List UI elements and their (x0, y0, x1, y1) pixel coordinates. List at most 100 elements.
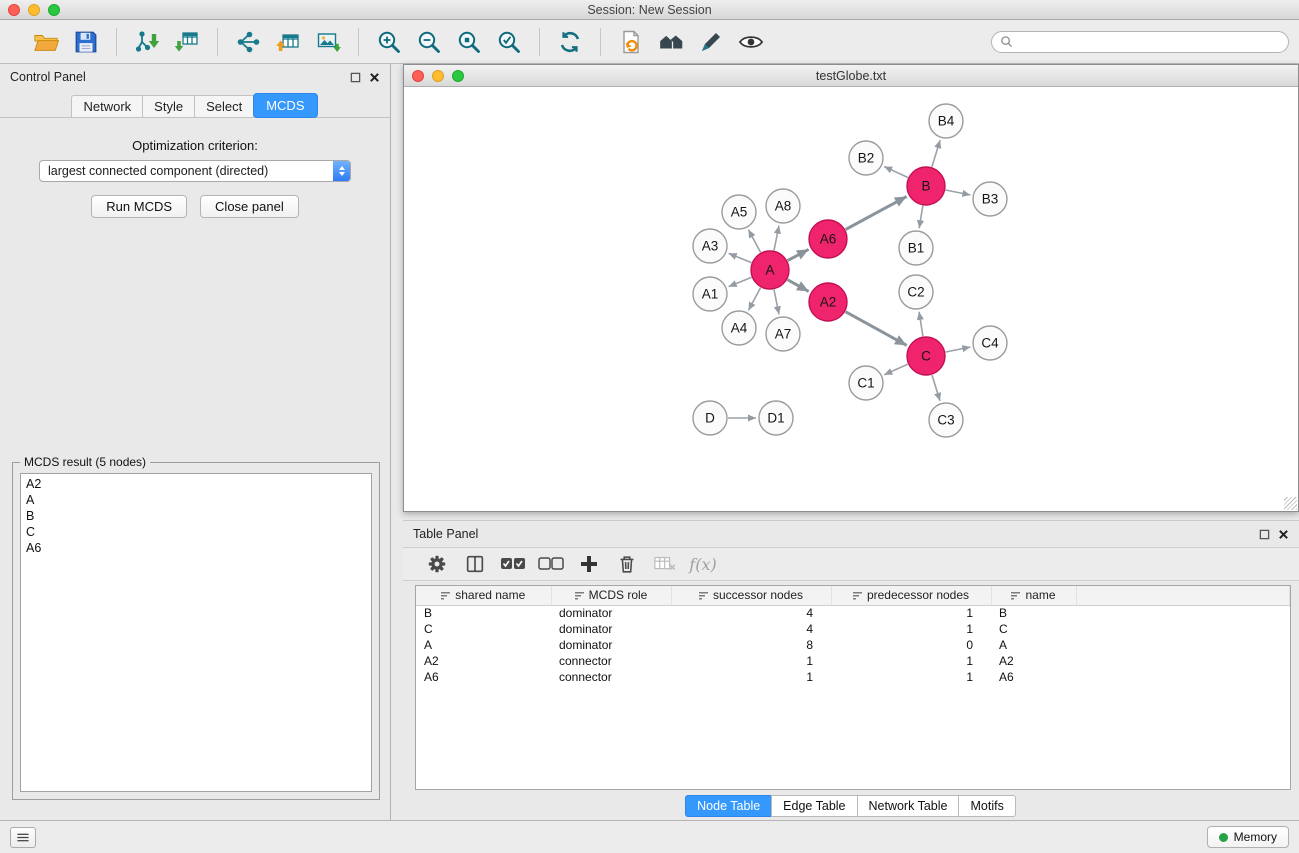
tab-select[interactable]: Select (194, 95, 254, 117)
close-panel-icon[interactable] (369, 72, 380, 83)
refresh-button[interactable] (550, 24, 590, 60)
search-box[interactable] (991, 31, 1289, 53)
deselect-all-button[interactable] (535, 550, 567, 578)
graph-node[interactable]: A6 (809, 220, 847, 258)
graph-node[interactable]: C4 (973, 326, 1007, 360)
graph-node[interactable]: A1 (693, 277, 727, 311)
table-row[interactable]: Bdominator41B (416, 605, 1290, 621)
window-titlebar[interactable]: Session: New Session (0, 0, 1299, 20)
import-network-button[interactable] (127, 24, 167, 60)
graph-edge[interactable] (774, 290, 779, 315)
graph-node[interactable]: B4 (929, 104, 963, 138)
table-settings-button[interactable] (421, 550, 453, 578)
column-header[interactable]: shared name (416, 586, 551, 605)
table-row[interactable]: A6connector11A6 (416, 669, 1290, 685)
graph-edge[interactable] (932, 375, 940, 401)
zoom-fit-button[interactable] (449, 24, 489, 60)
result-item[interactable]: B (21, 508, 371, 524)
zoom-in-button[interactable] (369, 24, 409, 60)
graph-edge[interactable] (774, 226, 779, 251)
result-item[interactable]: A (21, 492, 371, 508)
open-session-button[interactable] (611, 24, 651, 60)
table-row[interactable]: A2connector11A2 (416, 653, 1290, 669)
home-button[interactable] (651, 24, 691, 60)
graph-node[interactable]: B1 (899, 231, 933, 265)
search-input[interactable] (1018, 35, 1280, 49)
graph-node[interactable]: A4 (722, 311, 756, 345)
graph-node[interactable]: C1 (849, 366, 883, 400)
tab-node-table[interactable]: Node Table (685, 795, 772, 817)
result-item[interactable]: A6 (21, 540, 371, 556)
graph-edge[interactable] (946, 347, 971, 352)
graph-edge[interactable] (748, 288, 760, 311)
run-mcds-button[interactable]: Run MCDS (91, 195, 187, 218)
show-panels-button[interactable] (10, 827, 36, 848)
graph-node[interactable]: B3 (973, 182, 1007, 216)
float-panel-icon[interactable] (350, 72, 361, 83)
graph-node[interactable]: D (693, 401, 727, 435)
column-header[interactable]: predecessor nodes (831, 586, 991, 605)
zoom-selected-button[interactable] (489, 24, 529, 60)
graph-edge[interactable] (729, 277, 752, 286)
graph-edge[interactable] (729, 253, 752, 262)
delete-table-button[interactable] (649, 550, 681, 578)
select-all-button[interactable] (497, 550, 529, 578)
export-image-button[interactable] (308, 24, 348, 60)
graph-node[interactable]: C3 (929, 403, 963, 437)
graph-node[interactable]: A8 (766, 189, 800, 223)
column-header[interactable]: name (991, 586, 1076, 605)
import-table-button[interactable] (167, 24, 207, 60)
open-file-button[interactable] (26, 24, 66, 60)
result-item[interactable]: C (21, 524, 371, 540)
delete-row-button[interactable] (611, 550, 643, 578)
tab-edge-table[interactable]: Edge Table (771, 795, 857, 817)
mcds-result-list[interactable]: A2ABCA6 (20, 473, 372, 792)
save-session-button[interactable] (66, 24, 106, 60)
graph-edge[interactable] (846, 312, 907, 346)
graph-edge[interactable] (748, 230, 760, 253)
close-table-panel-icon[interactable] (1278, 529, 1289, 540)
graph-node[interactable]: A3 (693, 229, 727, 263)
style-button[interactable] (691, 24, 731, 60)
close-panel-button[interactable]: Close panel (200, 195, 299, 218)
show-columns-button[interactable] (459, 550, 491, 578)
tab-mcds[interactable]: MCDS (253, 93, 317, 118)
graph-node[interactable]: A5 (722, 195, 756, 229)
tab-motifs[interactable]: Motifs (958, 795, 1015, 817)
show-graphics-button[interactable] (731, 24, 771, 60)
resize-handle[interactable] (1284, 497, 1297, 510)
criterion-dropdown[interactable]: largest connected component (directed) (39, 160, 351, 182)
network-window-titlebar[interactable]: testGlobe.txt (404, 65, 1298, 87)
network-canvas[interactable]: B4B2BB3A8A5A6A3B1AC2A1A2A4A7C4CC1DD1C3 (404, 87, 1298, 511)
table-row[interactable]: Cdominator41C (416, 621, 1290, 637)
export-network-button[interactable] (228, 24, 268, 60)
graph-node[interactable]: A7 (766, 317, 800, 351)
graph-node[interactable]: C (907, 337, 945, 375)
add-row-button[interactable] (573, 550, 605, 578)
function-builder-button[interactable]: f(x) (687, 550, 719, 578)
graph-edge[interactable] (919, 312, 923, 336)
graph-edge[interactable] (884, 364, 908, 375)
graph-edge[interactable] (788, 280, 809, 292)
tab-style[interactable]: Style (142, 95, 195, 117)
graph-edge[interactable] (919, 206, 923, 229)
node-table-container[interactable]: shared nameMCDS rolesuccessor nodesprede… (415, 585, 1291, 790)
graph-node[interactable]: C2 (899, 275, 933, 309)
graph-edge[interactable] (788, 249, 809, 260)
tab-network[interactable]: Network (71, 95, 143, 117)
float-table-panel-icon[interactable] (1259, 529, 1270, 540)
graph-edge[interactable] (932, 140, 940, 167)
zoom-out-button[interactable] (409, 24, 449, 60)
export-table-button[interactable] (268, 24, 308, 60)
table-row[interactable]: Adominator80A (416, 637, 1290, 653)
memory-button[interactable]: Memory (1207, 826, 1289, 848)
graph-edge[interactable] (884, 167, 908, 178)
graph-edge[interactable] (846, 197, 907, 230)
graph-node[interactable]: B (907, 167, 945, 205)
graph-node[interactable]: A2 (809, 283, 847, 321)
tab-network-table[interactable]: Network Table (857, 795, 960, 817)
column-header[interactable]: MCDS role (551, 586, 671, 605)
graph-node[interactable]: B2 (849, 141, 883, 175)
graph-node[interactable]: A (751, 251, 789, 289)
column-header[interactable]: successor nodes (671, 586, 831, 605)
